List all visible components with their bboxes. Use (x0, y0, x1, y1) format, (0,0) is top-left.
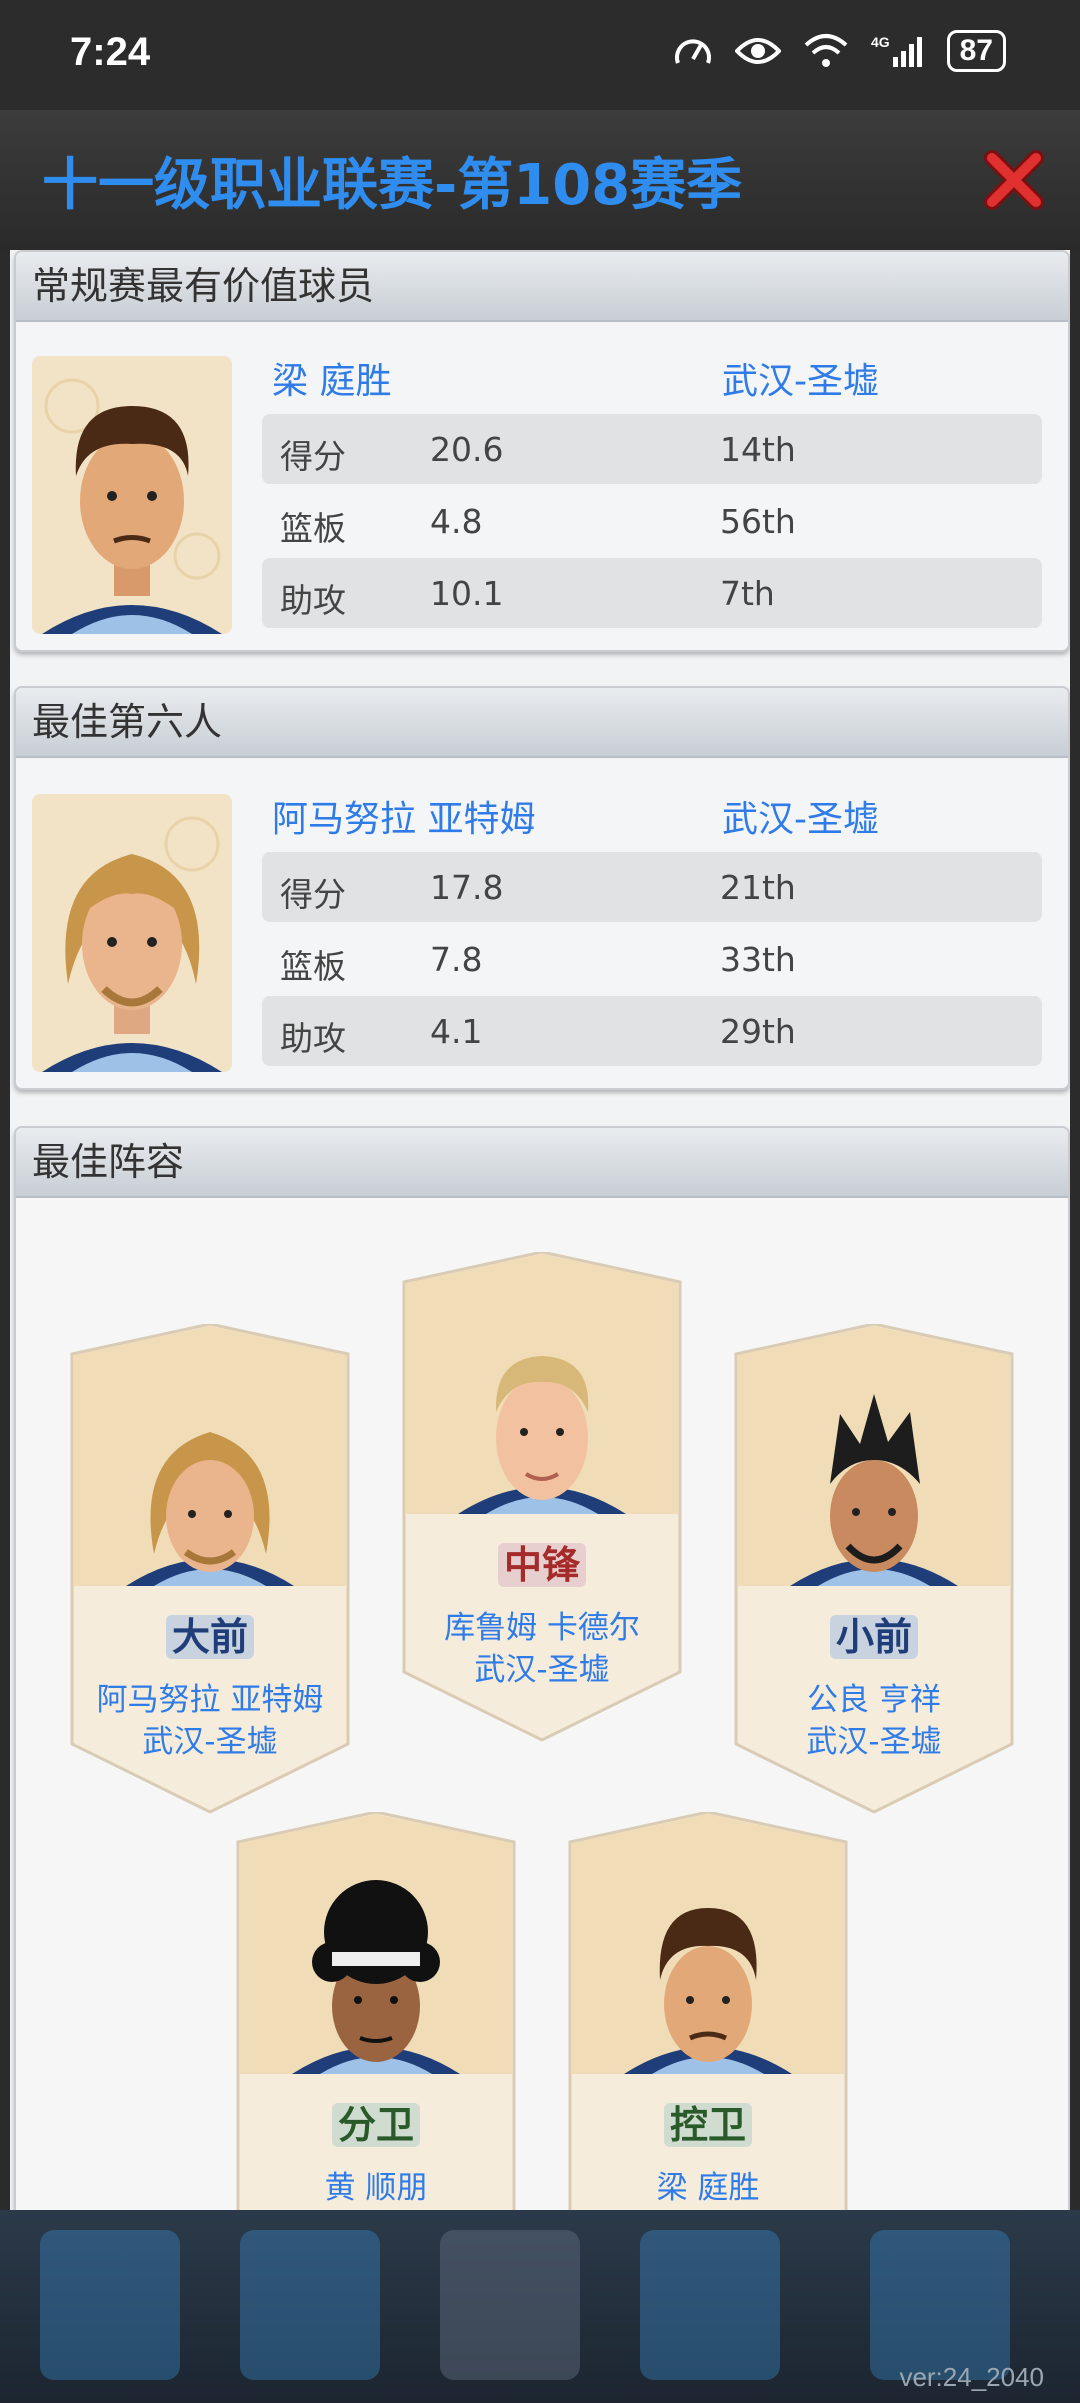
team-name[interactable]: 武汉-圣墟 (722, 352, 879, 404)
speed-icon (674, 39, 711, 64)
player-name[interactable]: 阿马努拉 亚特姆 (272, 790, 535, 842)
player-name[interactable]: 黄 顺朋 (232, 2162, 520, 2207)
awards-content[interactable]: 常规赛最有价值球员 梁 庭胜 武汉-圣墟 得分 20.6 14th 篮板 4.8… (10, 250, 1070, 2210)
stat-label: 篮板 (280, 947, 346, 986)
stat-rank: 21th (720, 868, 796, 907)
stat-label: 得分 (280, 437, 346, 476)
stat-value: 10.1 (430, 574, 504, 613)
player-portrait[interactable] (32, 794, 232, 1072)
lineup-card-center[interactable]: 中锋 库鲁姆 卡德尔 武汉-圣墟 (398, 1252, 686, 1742)
position-label: 中锋 (398, 1534, 686, 1589)
bottom-nav: ver:24_2040 (0, 2210, 1080, 2403)
player-portrait[interactable] (32, 356, 232, 634)
stat-value: 4.1 (430, 1012, 483, 1051)
nav-league-icon[interactable] (440, 2230, 580, 2380)
lineup-card-power-forward[interactable]: 大前 阿马努拉 亚特姆 武汉-圣墟 (66, 1324, 354, 1814)
stat-label: 篮板 (280, 509, 346, 548)
stat-row-rebounds: 篮板 7.8 33th (262, 924, 1042, 994)
stat-value: 17.8 (430, 868, 504, 907)
signal-4g-icon: 4G (871, 34, 922, 67)
stat-value: 4.8 (430, 502, 483, 541)
lineup-card-point-guard[interactable]: 控卫 梁 庭胜 (564, 1812, 852, 2210)
sixth-man-section: 最佳第六人 阿马努拉 亚特姆 武汉-圣墟 得分 17.8 21th 篮板 7.8… (14, 686, 1070, 1090)
stat-value: 20.6 (430, 430, 504, 469)
battery-indicator: 87 (946, 30, 1006, 72)
nav-star-icon[interactable] (40, 2230, 180, 2380)
lineup-card-small-forward[interactable]: 小前 公良 亨祥 武汉-圣墟 (730, 1324, 1018, 1814)
title-bar: 十一级职业联赛-第108赛季 (0, 110, 1080, 250)
stat-row-assists: 助攻 10.1 7th (262, 558, 1042, 628)
status-bar: 7:24 4G 87 (0, 0, 1080, 110)
stat-rank: 56th (720, 502, 796, 541)
best-lineup-section: 最佳阵容 大前 阿马努拉 亚特姆 武汉-圣墟 中锋 库鲁姆 卡德尔 武汉-圣墟 … (14, 1126, 1070, 2210)
team-name[interactable]: 武汉-圣墟 (398, 1644, 686, 1689)
close-x-icon (984, 150, 1044, 210)
section-title: 最佳第六人 (16, 688, 1068, 758)
player-name[interactable]: 公良 亨祥 (730, 1674, 1018, 1719)
position-label: 分卫 (232, 2094, 520, 2149)
wifi-icon (804, 34, 847, 67)
player-name[interactable]: 库鲁姆 卡德尔 (398, 1602, 686, 1647)
nav-chat-icon[interactable] (640, 2230, 780, 2380)
version-label: ver:24_2040 (899, 2362, 1044, 2392)
stat-rank: 14th (720, 430, 796, 469)
team-name[interactable]: 武汉-圣墟 (722, 790, 879, 842)
eye-icon (734, 38, 781, 64)
lineup-card-shooting-guard[interactable]: 分卫 黄 顺朋 (232, 1812, 520, 2210)
nav-yen-icon[interactable] (240, 2230, 380, 2380)
position-label: 小前 (730, 1606, 1018, 1661)
player-name[interactable]: 梁 庭胜 (564, 2162, 852, 2207)
stat-label: 得分 (280, 875, 346, 914)
team-name[interactable]: 武汉-圣墟 (66, 1716, 354, 1761)
stat-rank: 7th (720, 574, 775, 613)
stat-row-assists: 助攻 4.1 29th (262, 996, 1042, 1066)
stat-row-points: 得分 20.6 14th (262, 414, 1042, 484)
mvp-section: 常规赛最有价值球员 梁 庭胜 武汉-圣墟 得分 20.6 14th 篮板 4.8… (14, 250, 1070, 652)
stat-value: 7.8 (430, 940, 483, 979)
section-title: 最佳阵容 (16, 1128, 1068, 1198)
status-icons: 4G 87 (673, 30, 1006, 72)
svg-text:4G: 4G (871, 34, 890, 50)
stat-row-rebounds: 篮板 4.8 56th (262, 486, 1042, 556)
nav-more-chevron-icon[interactable] (870, 2230, 1010, 2380)
position-label: 控卫 (564, 2094, 852, 2149)
stat-label: 助攻 (280, 581, 346, 620)
stat-rank: 33th (720, 940, 796, 979)
section-title: 常规赛最有价值球员 (16, 252, 1068, 322)
page-title: 十一级职业联赛-第108赛季 (42, 153, 743, 218)
position-label: 大前 (66, 1606, 354, 1661)
clock: 7:24 (70, 30, 151, 74)
team-name[interactable]: 武汉-圣墟 (730, 1716, 1018, 1761)
player-name[interactable]: 阿马努拉 亚特姆 (66, 1674, 354, 1719)
stat-rank: 29th (720, 1012, 796, 1051)
stat-label: 助攻 (280, 1019, 346, 1058)
stat-row-points: 得分 17.8 21th (262, 852, 1042, 922)
player-name[interactable]: 梁 庭胜 (272, 352, 391, 404)
close-button[interactable] (982, 148, 1046, 212)
